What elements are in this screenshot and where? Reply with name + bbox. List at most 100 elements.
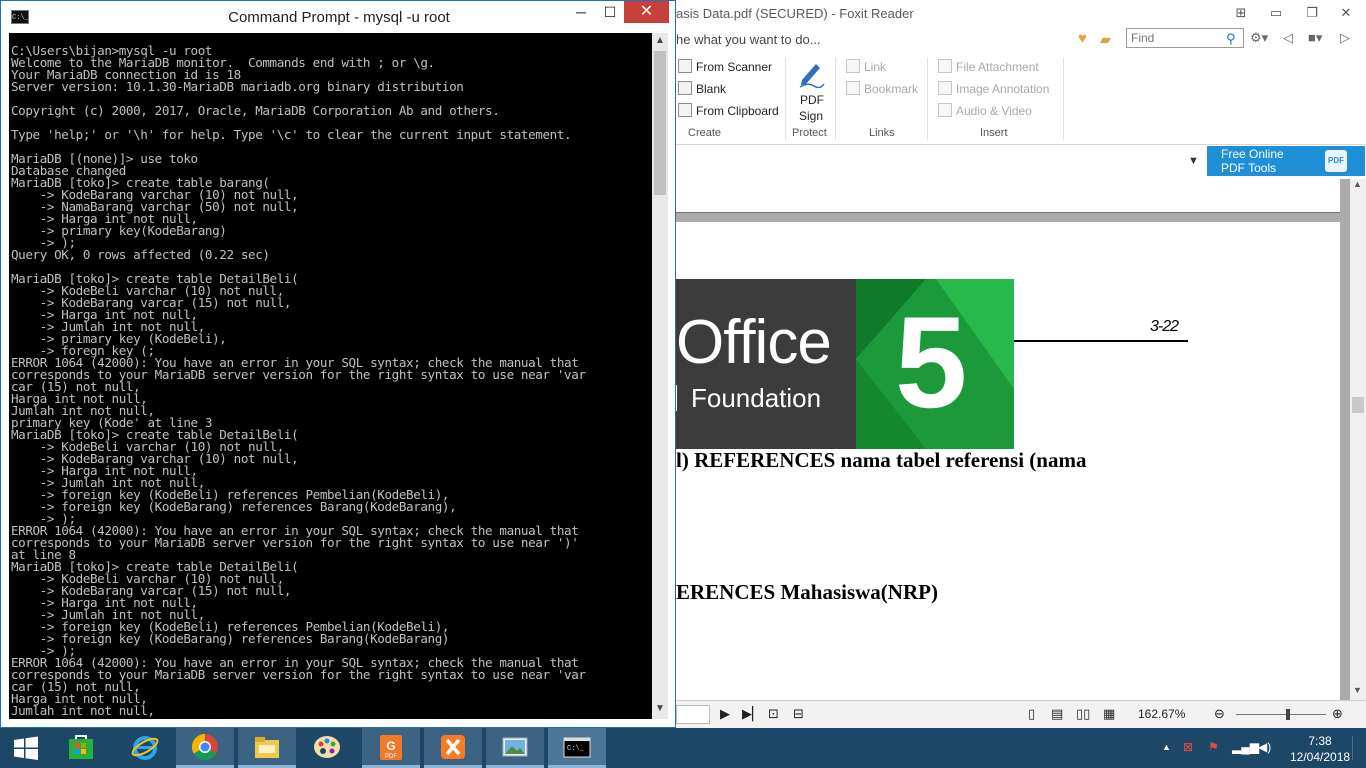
start-button[interactable] <box>0 728 52 768</box>
console-text: C:\Users\bijan>mysql -u root Welcome to t… <box>11 44 652 718</box>
scanner-icon <box>678 59 692 73</box>
single-page-icon[interactable]: ▯ <box>1028 706 1035 722</box>
logo-version-number: 5 <box>895 289 968 435</box>
restore-icon[interactable]: ⊞ <box>1228 2 1254 24</box>
svg-text:G: G <box>386 739 395 753</box>
scroll-up-icon[interactable]: ▲ <box>655 35 665 46</box>
console-line: Query OK, 0 rows affected (0.22 sec) <box>11 247 270 262</box>
tell-me-input[interactable]: he what you want to do... <box>676 32 821 47</box>
console-line: -> primary key(KodeBarang) <box>11 223 227 238</box>
zoom-slider[interactable] <box>1236 709 1326 720</box>
pen-sign-icon <box>799 64 825 88</box>
image-annotation-button[interactable]: Image Annotation <box>938 81 1049 96</box>
free-online-pdf-tools-button[interactable]: Free Online PDF Tools PDF <box>1207 146 1365 176</box>
foxit-close-button[interactable]: ✕ <box>1333 2 1359 24</box>
search-icon[interactable]: ⚲ <box>1226 31 1236 47</box>
fit-width-icon[interactable]: ⊟ <box>793 706 804 722</box>
taskbar-internet-explorer[interactable] <box>116 728 174 768</box>
back-icon[interactable]: ◁ <box>1283 30 1293 46</box>
taskbar-file-explorer[interactable] <box>238 728 296 768</box>
group-label-create: Create <box>688 127 722 139</box>
ribbon-separator <box>1063 58 1064 140</box>
pdf-sign-button[interactable]: PDF <box>800 93 824 107</box>
file-attachment-button[interactable]: File Attachment <box>938 59 1039 74</box>
taskbar-store[interactable] <box>52 728 110 768</box>
link-button[interactable]: Link <box>846 59 886 74</box>
signal-icon[interactable]: ▂▄▆ <box>1232 740 1259 754</box>
taskbar-photos[interactable] <box>486 728 544 768</box>
taskbar-foxit-reader[interactable]: G PDF <box>362 728 420 768</box>
zoom-level[interactable]: 162.67% <box>1138 707 1185 721</box>
forward-icon[interactable]: ▷ <box>1340 30 1350 46</box>
taskbar-xampp[interactable] <box>424 728 482 768</box>
terminal-icon: C:\_ <box>563 737 591 758</box>
continuous-facing-icon[interactable]: ▦ <box>1103 706 1115 722</box>
action-center-icon[interactable]: ⚑ <box>1208 740 1219 754</box>
svg-text:C:\_: C:\_ <box>567 745 585 753</box>
bookmark-button[interactable]: Bookmark <box>846 81 918 96</box>
scrollbar-thumb[interactable] <box>654 51 666 195</box>
paint-palette-icon <box>314 736 340 758</box>
taskbar-paint[interactable] <box>298 728 356 768</box>
logo-t-fragment <box>676 385 677 411</box>
foxit-window-title: asis Data.pdf (SECURED) - Foxit Reader <box>676 6 914 21</box>
scrollbar-thumb[interactable] <box>1352 397 1364 413</box>
fit-page-icon[interactable]: ⊡ <box>768 706 779 722</box>
command-prompt-window[interactable]: C:\_ Command Prompt - mysql -u root ─ ☐ … <box>0 0 676 728</box>
from-scanner-button[interactable]: From Scanner <box>678 59 772 74</box>
svg-text:PDF: PDF <box>385 754 397 760</box>
from-clipboard-button[interactable]: From Clipboard <box>678 103 779 118</box>
show-hidden-icons-icon[interactable]: ▲ <box>1162 742 1171 752</box>
zoom-out-icon[interactable]: ⊖ <box>1214 706 1225 722</box>
minimize-button[interactable]: ─ <box>567 1 595 23</box>
scroll-down-icon[interactable]: ▼ <box>1353 685 1362 695</box>
pdf-badge-icon: PDF <box>1325 150 1347 172</box>
console-line: -> foreign key (KodeBarang) references B… <box>11 499 457 514</box>
ribbon-toggle-icon[interactable]: ▭ <box>1263 2 1289 24</box>
user-icon[interactable]: ■▾ <box>1308 30 1322 46</box>
system-clock[interactable]: 7:38 12/04/2018 <box>1290 733 1350 765</box>
console-line: Jumlah int not null, <box>11 703 155 718</box>
clock-date: 12/04/2018 <box>1290 750 1351 764</box>
clipboard-icon <box>678 103 692 117</box>
foxit-restore-button[interactable]: ❐ <box>1299 2 1325 24</box>
last-page-icon[interactable]: ▶▏ <box>742 706 762 722</box>
taskbar-command-prompt[interactable]: C:\_ <box>548 728 606 768</box>
gear-icon[interactable]: ⚙▾ <box>1250 30 1268 46</box>
taskbar: G PDF C:\_ ▲ ⊠ ⚑ ▂▄▆ ◀) 7:38 12/04/2018 <box>0 728 1366 768</box>
link-icon <box>846 59 860 73</box>
pdf-sign-button-line2[interactable]: Sign <box>799 109 823 123</box>
blank-page-icon <box>678 81 692 95</box>
maximize-button[interactable]: ☐ <box>596 1 624 23</box>
ribbon-separator <box>835 58 836 140</box>
cmd-titlebar[interactable]: C:\_ Command Prompt - mysql -u root ─ ☐ … <box>1 1 675 33</box>
continuous-page-icon[interactable]: ▤ <box>1051 706 1063 722</box>
volume-icon[interactable]: ◀) <box>1258 740 1271 754</box>
console-scrollbar[interactable]: ▲ ▼ <box>652 33 668 719</box>
document-viewport[interactable]: Office Foundation 5 3-22 l) REFERENCES n… <box>676 179 1350 700</box>
folder-search-icon[interactable]: ▰ <box>1100 31 1120 47</box>
group-label-links: Links <box>869 127 895 139</box>
ribbon-separator <box>927 58 928 140</box>
scroll-up-icon[interactable]: ▲ <box>1353 179 1362 189</box>
network-error-icon[interactable]: ⊠ <box>1183 740 1193 754</box>
audio-video-button[interactable]: Audio & Video <box>938 103 1032 118</box>
show-desktop-button[interactable] <box>1352 736 1360 760</box>
heart-icon[interactable]: ♥ <box>1078 31 1094 47</box>
dropdown-arrow-icon[interactable]: ▼ <box>1188 155 1199 167</box>
document-scrollbar[interactable]: ▲ ▼ <box>1350 179 1366 700</box>
logo-word-foundation: Foundation <box>676 383 821 414</box>
zoom-in-icon[interactable]: ⊕ <box>1332 706 1343 722</box>
zoom-slider-thumb[interactable] <box>1286 709 1290 720</box>
scroll-down-icon[interactable]: ▼ <box>655 703 665 714</box>
page-number-field[interactable] <box>676 705 710 724</box>
facing-page-icon[interactable]: ▯▯ <box>1076 706 1090 722</box>
console-output[interactable]: C:\Users\bijan>mysql -u root Welcome to t… <box>9 33 652 719</box>
blank-button[interactable]: Blank <box>678 81 726 96</box>
next-page-icon[interactable]: ▶ <box>720 706 730 722</box>
ribbon-separator <box>785 58 786 140</box>
pdf-page: Office Foundation 5 3-22 l) REFERENCES n… <box>676 222 1340 700</box>
video-icon <box>938 103 952 117</box>
close-button[interactable]: ✕ <box>624 1 669 23</box>
taskbar-chrome[interactable] <box>176 728 234 768</box>
